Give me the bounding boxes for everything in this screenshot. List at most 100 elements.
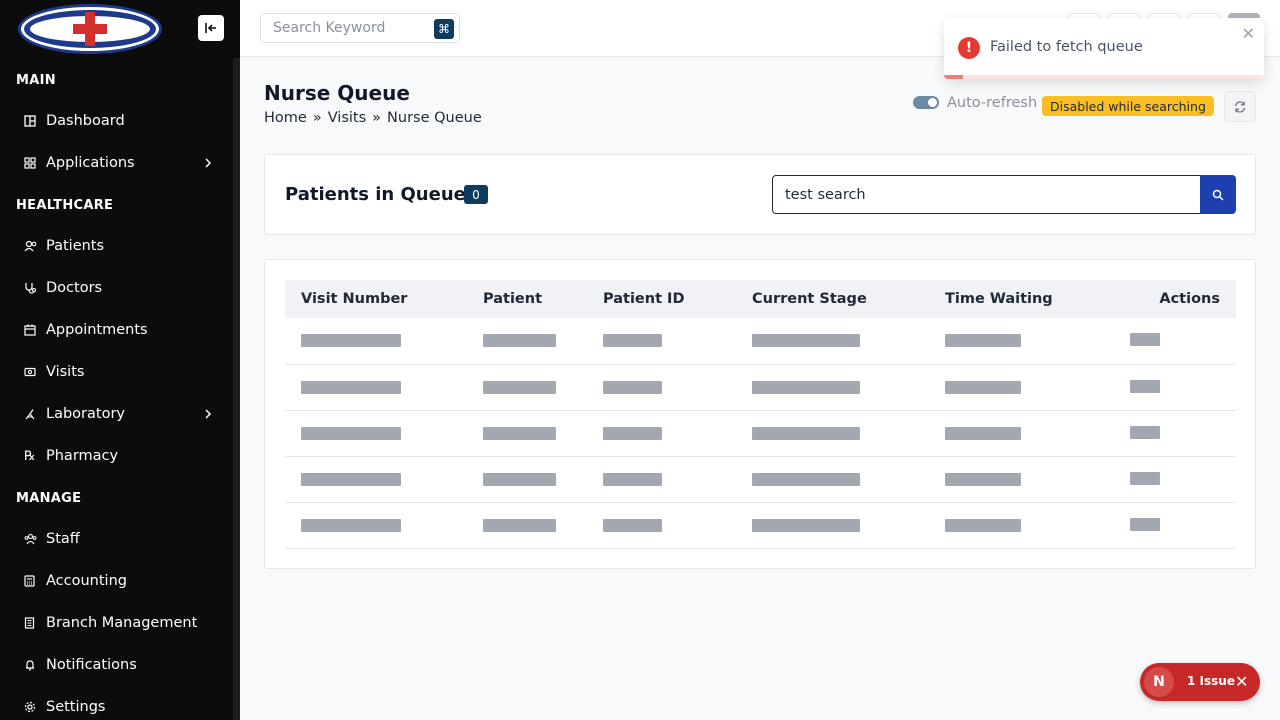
- sidebar-item-settings[interactable]: Settings: [16, 690, 224, 720]
- skeleton-placeholder: [603, 334, 662, 348]
- table-body: [285, 318, 1236, 548]
- auto-refresh-label: Auto-refresh: [947, 95, 1038, 111]
- column-header-current-stage[interactable]: Current Stage: [736, 280, 929, 318]
- table-cell: [467, 410, 587, 456]
- stethoscope-icon: [16, 282, 46, 294]
- section-label-healthcare: HEALTHCARE: [16, 198, 114, 213]
- column-header-patient-id[interactable]: Patient ID: [587, 280, 736, 318]
- skeleton-placeholder: [945, 472, 1021, 486]
- sidebar-item-label: Patients: [46, 238, 105, 254]
- table-cell: [1113, 364, 1236, 410]
- table-header-row: Visit Number Patient Patient ID Current …: [285, 280, 1236, 318]
- breadcrumb-home[interactable]: Home: [264, 110, 307, 126]
- refresh-icon: [1234, 100, 1246, 113]
- column-header-patient[interactable]: Patient: [467, 280, 587, 318]
- sidebar-item-accounting[interactable]: Accounting: [16, 564, 224, 598]
- command-key-icon: ⌘: [434, 19, 454, 39]
- skeleton-placeholder: [752, 518, 860, 532]
- skeleton-placeholder: [752, 472, 860, 486]
- issues-indicator[interactable]: N 1 Issue ✕: [1140, 663, 1260, 701]
- medical-cross-icon: [73, 12, 107, 46]
- close-icon[interactable]: ✕: [1235, 672, 1248, 691]
- table-cell: [1113, 456, 1236, 502]
- sidebar-item-label: Branch Management: [46, 615, 198, 631]
- table-cell: [736, 318, 929, 364]
- calculator-icon: [16, 575, 46, 587]
- status-badge: Disabled while searching: [1042, 96, 1214, 116]
- table-row: [285, 410, 1236, 456]
- global-search[interactable]: ⌘: [260, 13, 460, 43]
- table-cell: [1113, 502, 1236, 548]
- column-header-time-waiting[interactable]: Time Waiting: [929, 280, 1113, 318]
- sidebar-item-pharmacy[interactable]: ℞ Pharmacy: [16, 439, 224, 473]
- table-cell: [1113, 410, 1236, 456]
- breadcrumb-current: Nurse Queue: [387, 110, 482, 126]
- skeleton-placeholder: [1130, 379, 1160, 393]
- refresh-button[interactable]: [1224, 91, 1256, 122]
- sidebar-item-appointments[interactable]: Appointments: [16, 313, 224, 347]
- skeleton-placeholder: [483, 518, 556, 532]
- skeleton-placeholder: [483, 426, 556, 440]
- table-cell: [1113, 318, 1236, 364]
- sidebar-item-visits[interactable]: Visits: [16, 355, 224, 389]
- table-cell: [285, 318, 467, 364]
- skeleton-placeholder: [603, 518, 662, 532]
- breadcrumb-separator: »: [372, 110, 382, 126]
- close-icon[interactable]: ✕: [1242, 24, 1255, 43]
- sidebar-item-laboratory[interactable]: Laboratory: [16, 397, 224, 431]
- page-title: Nurse Queue: [264, 81, 410, 105]
- error-toast: ! Failed to fetch queue ✕: [944, 18, 1264, 79]
- breadcrumb: Home » Visits » Nurse Queue: [264, 110, 482, 126]
- apps-icon: [16, 157, 46, 169]
- sidebar-item-doctors[interactable]: Doctors: [16, 271, 224, 305]
- sidebar-item-label: Doctors: [46, 280, 103, 296]
- gear-icon: [16, 701, 46, 713]
- sidebar-item-label: Accounting: [46, 573, 127, 589]
- rx-icon: ℞: [24, 448, 36, 464]
- sidebar-item-patients[interactable]: Patients: [16, 229, 224, 263]
- auto-refresh-toggle[interactable]: [913, 96, 939, 109]
- column-header-visit-number[interactable]: Visit Number: [285, 280, 467, 318]
- sidebar-item-label: Dashboard: [46, 113, 125, 129]
- skeleton-placeholder: [1130, 425, 1160, 439]
- sidebar-item-staff[interactable]: Staff: [16, 522, 224, 556]
- sidebar-item-notifications[interactable]: Notifications: [16, 648, 224, 682]
- calendar-icon: [16, 324, 46, 336]
- sidebar-item-dashboard[interactable]: Dashboard: [16, 104, 224, 138]
- table-cell: [285, 456, 467, 502]
- table-cell: [736, 410, 929, 456]
- table-cell: [587, 502, 736, 548]
- sidebar-scrollbar[interactable]: [233, 58, 240, 720]
- staff-icon: [16, 533, 46, 545]
- table-cell: [467, 502, 587, 548]
- skeleton-placeholder: [752, 426, 860, 440]
- sidebar-item-label: Applications: [46, 155, 135, 171]
- sidebar-item-label: Appointments: [46, 322, 148, 338]
- skeleton-placeholder: [301, 518, 401, 532]
- toast-message: Failed to fetch queue: [990, 39, 1143, 55]
- table-cell: [929, 502, 1113, 548]
- table-cell: [929, 318, 1113, 364]
- queue-search-input[interactable]: [772, 175, 1202, 214]
- sidebar: MAIN Dashboard Applications HEALTHCARE P…: [0, 0, 240, 720]
- search-input[interactable]: [261, 14, 431, 42]
- sidebar-item-applications[interactable]: Applications: [16, 146, 224, 180]
- skeleton-placeholder: [483, 334, 556, 348]
- collapse-sidebar-button[interactable]: [198, 15, 224, 41]
- table-cell: [285, 502, 467, 548]
- skeleton-placeholder: [945, 380, 1021, 394]
- table-row: [285, 456, 1236, 502]
- visits-icon: [16, 366, 46, 378]
- queue-search-button[interactable]: [1200, 175, 1236, 214]
- dashboard-icon: [16, 115, 46, 127]
- sidebar-item-branch-management[interactable]: Branch Management: [16, 606, 224, 640]
- column-header-actions: Actions: [1159, 291, 1220, 307]
- skeleton-placeholder: [483, 380, 556, 394]
- breadcrumb-visits[interactable]: Visits: [328, 110, 366, 126]
- table-row: [285, 364, 1236, 410]
- hospital-logo[interactable]: [18, 4, 162, 54]
- toast-progress-bar: [944, 75, 964, 79]
- sidebar-item-label: Staff: [46, 531, 80, 547]
- collapse-left-icon: [205, 23, 216, 33]
- table-cell: [929, 456, 1113, 502]
